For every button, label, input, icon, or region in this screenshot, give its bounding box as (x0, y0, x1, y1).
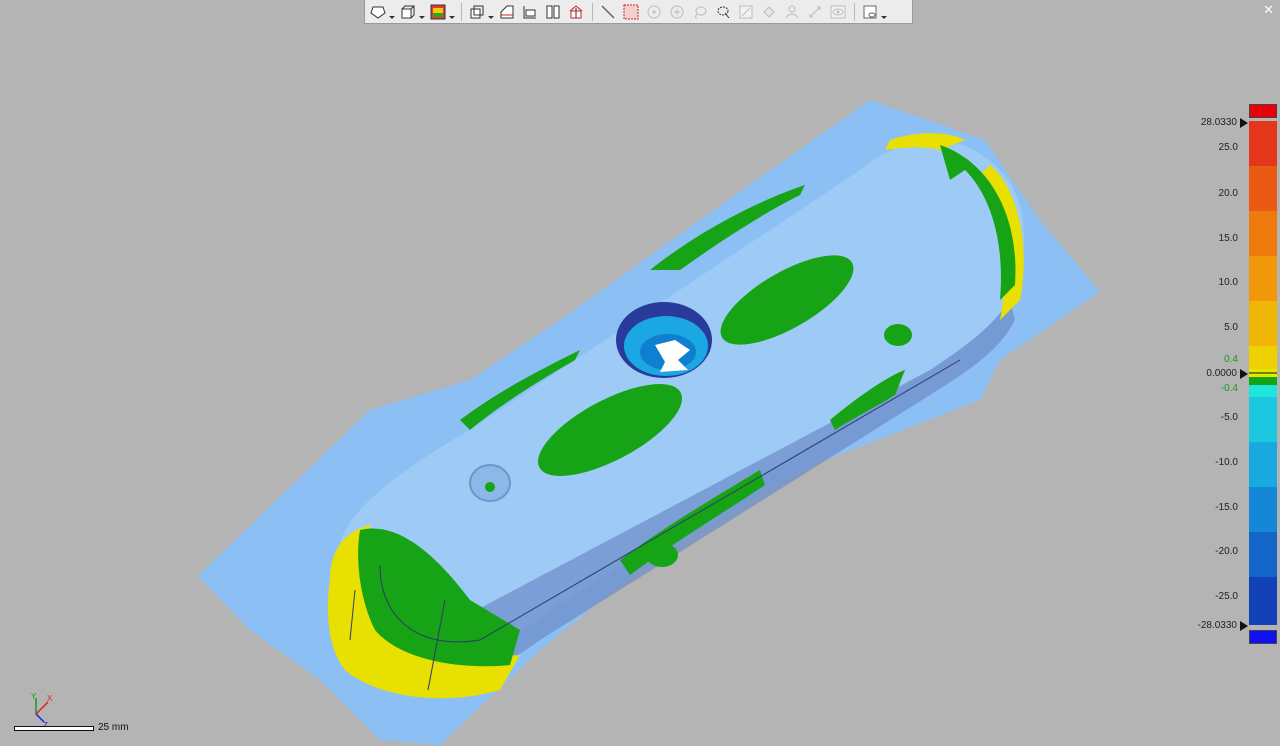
axis-y-label: Y (31, 692, 37, 701)
edit-button[interactable] (737, 3, 755, 21)
standard-view-icon (470, 5, 484, 18)
lasso-select-button[interactable] (714, 3, 732, 21)
scale-min-marker (1240, 621, 1248, 631)
split-view-icon (523, 5, 536, 18)
scale-tick-label: -10.0 (1215, 457, 1238, 468)
transform-icon (809, 6, 821, 17)
scan-align-button[interactable] (567, 3, 585, 21)
line-measure-button[interactable] (599, 3, 617, 21)
scale-tick-label: -5.0 (1220, 412, 1238, 423)
scale-max-marker (1240, 118, 1248, 128)
deviation-patch (646, 543, 678, 567)
scale-ruler-label: 25 mm (98, 722, 129, 733)
section-plane-icon (500, 5, 514, 18)
lasso-select-icon (717, 6, 730, 18)
scale-tick-label: 5.0 (1224, 322, 1238, 333)
point-icon (647, 5, 661, 18)
eye-icon (830, 5, 846, 18)
rect-select-button[interactable] (622, 3, 640, 21)
axis-x-label: X (47, 694, 53, 703)
scale-max-label: 28.0330 (1200, 117, 1237, 128)
fill-icon (763, 5, 775, 18)
person-button[interactable] (783, 3, 801, 21)
scale-tick-label: 25.0 (1218, 142, 1238, 153)
lasso-button[interactable] (691, 3, 709, 21)
eye-button[interactable] (829, 3, 847, 21)
color-map-icon (430, 4, 446, 19)
transform-button[interactable] (806, 3, 824, 21)
scale-tick-label: 20.0 (1218, 188, 1238, 199)
scale-max-swatch (1249, 104, 1277, 118)
color-map-button[interactable] (429, 3, 455, 21)
edit-icon (739, 5, 753, 18)
scale-nominal-marker (1240, 369, 1248, 379)
scale-tick-label: 10.0 (1218, 277, 1238, 288)
view-options-icon (863, 5, 877, 18)
small-boss-center (485, 482, 495, 492)
scale-tick-label: -20.0 (1215, 546, 1238, 557)
split-view-button[interactable] (521, 3, 539, 21)
scale-lower-tolerance: -0.4 (1220, 383, 1238, 394)
close-icon[interactable]: ✕ (1263, 2, 1274, 18)
cube-view-button[interactable] (399, 3, 425, 21)
dual-pane-button[interactable] (544, 3, 562, 21)
view-options-button[interactable] (861, 3, 887, 21)
scale-tick-label: -15.0 (1215, 502, 1238, 513)
toolbar-separator (461, 2, 462, 21)
view-toolbar (364, 0, 913, 24)
toolbar-separator (854, 2, 855, 21)
lasso-icon (695, 6, 707, 18)
line-measure-icon (601, 4, 615, 19)
deviation-map-viewport[interactable] (0, 0, 1280, 746)
section-plane-button[interactable] (498, 3, 516, 21)
scale-min-label: -28.0330 (1197, 620, 1237, 631)
standard-view-button[interactable] (468, 3, 494, 21)
fill-button[interactable] (760, 3, 778, 21)
point-add-icon (670, 5, 684, 18)
scale-ruler (14, 726, 94, 731)
scale-nominal-label: 0.0000 (1206, 368, 1237, 379)
scale-min-swatch (1249, 630, 1277, 644)
point-button[interactable] (645, 3, 663, 21)
rect-select-icon (623, 4, 639, 19)
point-add-button[interactable] (668, 3, 686, 21)
axis-triad: Y X Z (31, 692, 53, 730)
toolbar-separator (592, 2, 593, 21)
scale-color-bar (1249, 121, 1277, 625)
scan-align-icon (569, 4, 583, 18)
scale-upper-tolerance: 0.4 (1224, 354, 1238, 365)
deviation-patch (884, 324, 912, 346)
selection-mode-icon (370, 6, 386, 19)
selection-mode-button[interactable] (369, 3, 395, 21)
dual-pane-icon (546, 5, 560, 18)
scale-tick-label: -25.0 (1215, 591, 1238, 602)
scale-tick-label: 15.0 (1218, 233, 1238, 244)
person-icon (785, 5, 799, 18)
cube-view-icon (401, 5, 415, 18)
